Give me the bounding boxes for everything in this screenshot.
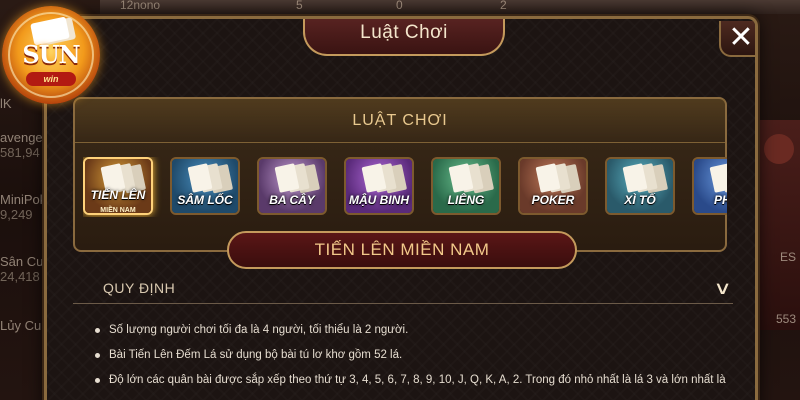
section-title: QUY ĐỊNH <box>103 280 176 296</box>
background-top-number: 2 <box>500 0 507 12</box>
game-tile-label: TIẾN LÊN <box>90 188 146 202</box>
background-right-item: ES <box>779 250 796 264</box>
background-left-item: MiniPoker 9,249 <box>0 192 48 222</box>
game-tile[interactable]: TIẾN LÊN MIỀN NAM <box>83 157 153 215</box>
background-left-item: Sân Cược 24,418 <box>0 254 48 284</box>
sunwin-logo: SUN win <box>2 6 100 104</box>
game-tile[interactable]: BA CÂY <box>257 157 327 215</box>
background-right-item: 553 <box>775 312 796 326</box>
game-tile[interactable]: PHỎ <box>692 157 727 215</box>
game-tile[interactable]: MẬU BINH <box>344 157 414 215</box>
section-header[interactable]: QUY ĐỊNH ∨ <box>73 274 733 304</box>
rule-item: Độ lớn các quân bài được sắp xếp theo th… <box>95 371 735 396</box>
chevron-down-icon[interactable]: ∨ <box>713 278 731 299</box>
selected-game-banner: TIẾN LÊN MIỀN NAM <box>227 231 577 269</box>
background-top-bar <box>100 0 800 14</box>
game-tile-sublabel: MIỀN NAM <box>100 207 136 214</box>
rules-list: Số lượng người chơi tối đa là 4 người, t… <box>95 321 735 396</box>
game-tile[interactable]: XÌ TỐ <box>605 157 675 215</box>
rule-item: Bài Tiến Lên Đếm Lá sử dụng bộ bài tú lơ… <box>95 346 735 371</box>
game-tile-label: BA CÂY <box>269 193 315 207</box>
logo-subtext: win <box>26 72 76 86</box>
dialog-title: Luật Chơi <box>303 19 505 56</box>
close-button[interactable]: ✕ <box>719 21 755 57</box>
background-left-item: avengers 581,94 <box>0 130 48 160</box>
game-selection-panel: LUẬT CHƠI TIẾN LÊN MIỀN NAM SÂM LỐC BA CÂY M… <box>73 97 727 252</box>
game-tile[interactable]: POKER <box>518 157 588 215</box>
game-tile-label: PHỎ <box>713 193 727 207</box>
background-left-item: Lủy Cu <box>0 318 42 333</box>
game-list: TIẾN LÊN MIỀN NAM SÂM LỐC BA CÂY MẬU BINH LIÊ… <box>83 157 727 217</box>
game-tile[interactable]: SÂM LỐC <box>170 157 240 215</box>
game-tile-label: XÌ TỐ <box>624 193 656 207</box>
game-tile-label: LIÊNG <box>447 193 485 207</box>
game-tile-label: POKER <box>531 193 575 207</box>
rules-dialog: Luật Chơi ✕ LUẬT CHƠI TIẾN LÊN MIỀN NAM SÂ… <box>44 16 758 400</box>
background-top-number: 5 <box>296 0 303 12</box>
panel-title: LUẬT CHƠI <box>75 99 725 143</box>
game-tile-label: MẬU BINH <box>349 193 409 207</box>
game-tile[interactable]: LIÊNG <box>431 157 501 215</box>
background-right-icon <box>764 134 794 164</box>
background-top-number: 0 <box>396 0 403 12</box>
rule-item: Số lượng người chơi tối đa là 4 người, t… <box>95 321 735 346</box>
background-top-label: 12nono <box>120 0 161 12</box>
game-tile-label: SÂM LỐC <box>177 193 233 207</box>
logo-text: SUN <box>22 40 80 69</box>
